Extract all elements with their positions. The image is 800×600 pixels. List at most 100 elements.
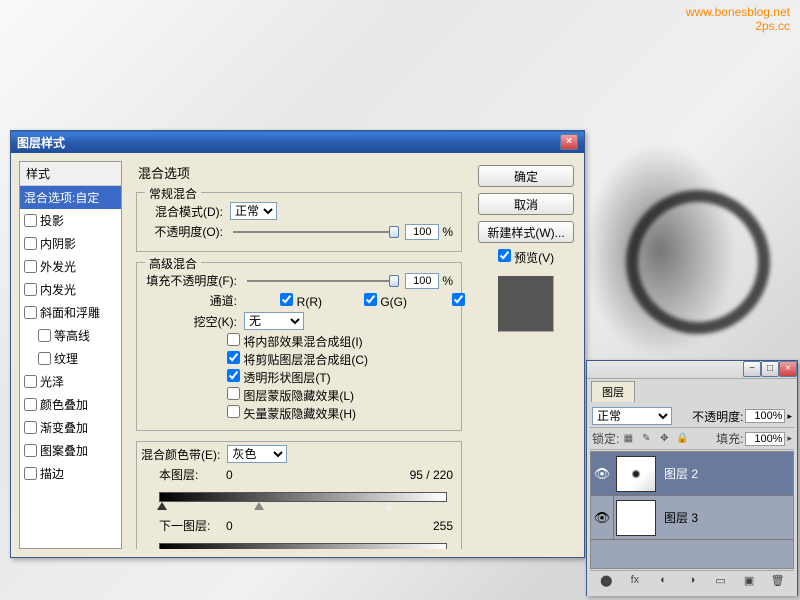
- fill-input[interactable]: [745, 432, 785, 446]
- layer-list: 👁 图层 2 👁 图层 3: [590, 451, 794, 569]
- advanced-check[interactable]: 将内部效果混合成组(I): [227, 333, 453, 350]
- style-item-label: 颜色叠加: [40, 396, 88, 413]
- link-layers-icon[interactable]: ⬤: [597, 574, 615, 590]
- fill-opacity-slider[interactable]: [247, 273, 399, 289]
- this-high-val: 95 / 220: [410, 468, 453, 482]
- advanced-check[interactable]: 将剪贴图层混合成组(C): [227, 351, 453, 368]
- style-item-label: 内发光: [40, 281, 76, 298]
- channel-b-checkbox[interactable]: B(B): [414, 293, 468, 309]
- under-high-val: 255: [433, 519, 453, 533]
- style-item[interactable]: 图案叠加: [20, 439, 121, 462]
- visibility-icon[interactable]: 👁: [591, 466, 613, 482]
- layer-row[interactable]: 👁 图层 3: [591, 496, 793, 540]
- blend-if-fieldset: 混合颜色带(E): 灰色 本图层: 0 95 / 220 下一图层:: [136, 441, 462, 549]
- close-icon[interactable]: ×: [560, 134, 578, 150]
- knockout-select[interactable]: 无: [244, 312, 304, 330]
- layer-opacity-label: 不透明度:: [692, 408, 743, 425]
- watermark-site: 2ps.cc: [686, 19, 790, 33]
- advanced-check[interactable]: 矢量蒙版隐藏效果(H): [227, 405, 453, 422]
- style-item[interactable]: 内阴影: [20, 232, 121, 255]
- lock-transparency-icon[interactable]: ▦: [621, 432, 635, 446]
- layer-row[interactable]: 👁 图层 2: [591, 452, 793, 496]
- style-item[interactable]: 等高线: [20, 324, 121, 347]
- fill-opacity-label: 填充不透明度(F):: [145, 272, 237, 289]
- new-layer-icon[interactable]: ▣: [740, 574, 758, 590]
- blend-if-label: 混合颜色带(E):: [141, 446, 220, 463]
- under-low-val: 0: [226, 519, 266, 533]
- new-style-button[interactable]: 新建样式(W)...: [478, 221, 574, 243]
- blend-if-select[interactable]: 灰色: [227, 445, 287, 463]
- underlying-label: 下一图层:: [159, 517, 223, 534]
- opacity-label: 不透明度(O):: [145, 223, 223, 240]
- lock-paint-icon[interactable]: ✎: [639, 432, 653, 446]
- group-icon[interactable]: ▭: [712, 574, 730, 590]
- style-item-label: 图案叠加: [40, 442, 88, 459]
- styles-list: 样式 混合选项:自定投影内阴影外发光内发光斜面和浮雕等高线纹理光泽颜色叠加渐变叠…: [19, 161, 122, 549]
- fx-icon[interactable]: fx: [626, 574, 644, 590]
- preview-checkbox[interactable]: 预览(V): [498, 249, 554, 266]
- style-item[interactable]: 渐变叠加: [20, 416, 121, 439]
- layer-style-dialog: 图层样式 × 样式 混合选项:自定投影内阴影外发光内发光斜面和浮雕等高线纹理光泽…: [10, 130, 585, 558]
- percent-label: %: [442, 274, 453, 288]
- watermark-url: www.bonesblog.net: [686, 5, 790, 19]
- style-item-label: 渐变叠加: [40, 419, 88, 436]
- underlying-slider[interactable]: [159, 537, 447, 549]
- close-icon[interactable]: ×: [779, 361, 797, 377]
- style-item-label: 描边: [40, 465, 64, 482]
- minimize-icon[interactable]: −: [743, 361, 761, 377]
- style-item-label: 斜面和浮雕: [40, 304, 100, 321]
- watermark: www.bonesblog.net 2ps.cc: [686, 5, 790, 33]
- style-item[interactable]: 投影: [20, 209, 121, 232]
- mask-icon[interactable]: ◐: [654, 574, 672, 590]
- style-item[interactable]: 斜面和浮雕: [20, 301, 121, 324]
- layer-name[interactable]: 图层 3: [658, 509, 698, 526]
- cancel-button[interactable]: 取消: [478, 193, 574, 215]
- style-item[interactable]: 混合选项:自定: [20, 186, 121, 209]
- advanced-check[interactable]: 图层蒙版隐藏效果(L): [227, 387, 453, 404]
- dialog-titlebar[interactable]: 图层样式 ×: [11, 131, 584, 153]
- layer-name[interactable]: 图层 2: [658, 465, 698, 482]
- channel-r-checkbox[interactable]: R(R): [244, 293, 322, 309]
- style-item-label: 光泽: [40, 373, 64, 390]
- lock-position-icon[interactable]: ✥: [657, 432, 671, 446]
- layers-panel: − □ × 图层 正常 不透明度: ▸ 锁定: ▦ ✎ ✥ 🔒: [586, 360, 798, 596]
- lock-all-icon[interactable]: 🔒: [675, 432, 689, 446]
- style-item-label: 纹理: [54, 350, 78, 367]
- style-item[interactable]: 描边: [20, 462, 121, 485]
- layer-blend-mode-select[interactable]: 正常: [592, 407, 672, 425]
- ok-button[interactable]: 确定: [478, 165, 574, 187]
- opacity-slider[interactable]: [233, 224, 399, 240]
- advanced-blend-title: 高级混合: [145, 255, 201, 272]
- visibility-icon[interactable]: 👁: [591, 510, 613, 526]
- style-item[interactable]: 外发光: [20, 255, 121, 278]
- blend-mode-select[interactable]: 正常: [230, 202, 277, 220]
- fill-opacity-input[interactable]: [405, 273, 439, 289]
- knockout-label: 挖空(K):: [145, 313, 237, 330]
- general-blend-title: 常规混合: [145, 185, 201, 202]
- style-item[interactable]: 颜色叠加: [20, 393, 121, 416]
- styles-header: 样式: [20, 162, 121, 186]
- tab-layers[interactable]: 图层: [591, 381, 635, 402]
- blending-options-pane: 混合选项 常规混合 混合模式(D): 正常 不透明度(O): % 高级混合 填充…: [130, 161, 468, 549]
- advanced-blend-fieldset: 高级混合 填充不透明度(F): % 通道: R(R) G(G) B(B) 挖空(…: [136, 262, 462, 431]
- style-item-label: 内阴影: [40, 235, 76, 252]
- adjustment-icon[interactable]: ◑: [683, 574, 701, 590]
- layer-thumbnail[interactable]: [616, 500, 656, 536]
- channel-g-checkbox[interactable]: G(G): [329, 293, 407, 309]
- trash-icon[interactable]: 🗑: [769, 574, 787, 590]
- this-layer-slider[interactable]: [159, 486, 447, 514]
- style-item[interactable]: 内发光: [20, 278, 121, 301]
- style-item-label: 混合选项:自定: [24, 189, 99, 206]
- layer-opacity-input[interactable]: [745, 409, 785, 423]
- style-item-label: 等高线: [54, 327, 90, 344]
- opacity-input[interactable]: [405, 224, 439, 240]
- layer-thumbnail[interactable]: [616, 456, 656, 492]
- advanced-check[interactable]: 透明形状图层(T): [227, 369, 453, 386]
- style-item[interactable]: 光泽: [20, 370, 121, 393]
- style-item[interactable]: 纹理: [20, 347, 121, 370]
- maximize-icon[interactable]: □: [761, 361, 779, 377]
- preview-box: [498, 276, 554, 332]
- blend-mode-label: 混合模式(D):: [145, 203, 223, 220]
- panel-head[interactable]: − □ ×: [587, 361, 797, 379]
- dialog-title: 图层样式: [17, 134, 65, 151]
